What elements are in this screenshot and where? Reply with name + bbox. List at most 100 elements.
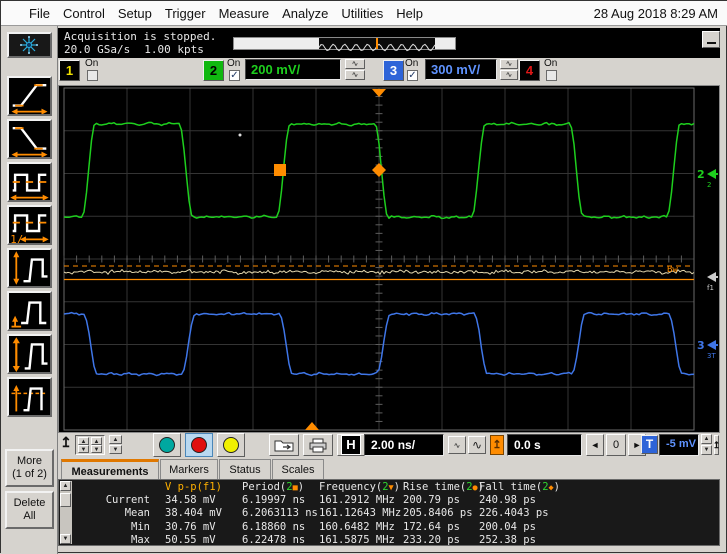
minimize-button[interactable] (702, 31, 720, 48)
delete-all-button[interactable]: Delete All (5, 491, 54, 529)
period-icon (10, 173, 49, 201)
spin-up-icon[interactable]: ▲ (78, 437, 89, 445)
measurement-row-current: Current 34.58 mV 6.19997 ns 161.2912 MHz… (105, 494, 536, 507)
measurement-row-max: Max 50.55 mV 6.22478 ns 161.5875 MHz 233… (131, 533, 536, 546)
trigger-slope-button[interactable]: ↥ (713, 435, 720, 455)
measurements-table: V p-p(f1) Period(2■) Frequency(2▼) Rise … (77, 481, 629, 547)
printer-icon (309, 438, 327, 452)
scroll-down-icon[interactable]: ▼ (60, 534, 71, 544)
delete-label-2: All (23, 510, 36, 522)
spin-up2-icon[interactable]: ▲ (91, 437, 102, 445)
waveform-display[interactable]: Bw 2 2 f1 3 3T (58, 85, 720, 433)
menu-setup[interactable]: Setup (118, 6, 152, 21)
tab-measurements[interactable]: Measurements (61, 459, 159, 479)
measure-vavg-button[interactable] (7, 377, 52, 417)
tab-status[interactable]: Status (219, 459, 271, 479)
menu-help[interactable]: Help (396, 6, 423, 21)
single-icon (223, 437, 239, 453)
hscale-zoom-out-button[interactable]: ∿ (448, 436, 466, 454)
channel-2-scale-field[interactable]: 200 mV/ (245, 59, 341, 80)
v-base-icon (11, 301, 47, 328)
trigger-slope-icon: ↥ (60, 434, 72, 450)
trigger-down-icon[interactable]: ▼ (701, 445, 712, 455)
hscale-zoom-in-button[interactable]: ∿ (468, 436, 486, 454)
sidebar: 1/ More (1 of 2) Delete All (1, 26, 58, 554)
tab-scales[interactable]: Scales (272, 459, 324, 479)
measure-fall-time-button[interactable] (7, 119, 52, 159)
rise-time-icon (11, 84, 48, 115)
channel-4-on-checkbox[interactable] (546, 70, 557, 81)
channel-1-button[interactable]: 1 (59, 60, 80, 81)
position-left-button[interactable]: ◄ (586, 434, 604, 456)
position-zero-button[interactable]: 0 (606, 434, 626, 456)
memory-bar[interactable] (233, 37, 456, 52)
measurements-scrollbar[interactable]: ▲ ▼ (60, 481, 72, 544)
channel-4-on-label: On (544, 58, 558, 69)
vertical-offset-spinner[interactable]: ▲ ▼ ▲ ▼ (75, 435, 105, 455)
scrollbar-thumb[interactable] (60, 493, 71, 507)
horizontal-label: H (341, 435, 361, 455)
channel-2-on-checkbox[interactable]: ✓ (229, 70, 240, 81)
measure-period-button[interactable] (7, 162, 52, 202)
svg-text:Bw: Bw (667, 265, 678, 275)
stop-icon (191, 437, 207, 453)
measurement-row-min: Min 30.76 mV 6.18860 ns 160.6482 MHz 172… (131, 520, 536, 533)
menu-trigger[interactable]: Trigger (165, 6, 206, 21)
svg-text:1/: 1/ (10, 233, 23, 243)
stop-button[interactable] (185, 433, 213, 457)
spin-down-icon[interactable]: ▼ (78, 445, 89, 453)
trigger-label: T (641, 435, 658, 454)
channel-3-button[interactable]: 3 (383, 60, 404, 81)
channel-3-on-checkbox[interactable]: ✓ (407, 70, 418, 81)
measure-vpp-button[interactable] (7, 248, 52, 288)
scroll-up-icon[interactable]: ▲ (60, 481, 71, 491)
tab-markers[interactable]: Markers (160, 459, 218, 479)
channel-2-button[interactable]: 2 (203, 60, 224, 81)
horizontal-scale-field[interactable]: 2.00 ns/ (364, 434, 444, 456)
acquisition-status: Acquisition is stopped. (64, 30, 217, 43)
fine-down-icon[interactable]: ▼ (109, 445, 122, 454)
single-button[interactable] (217, 433, 245, 457)
print-button[interactable] (303, 434, 333, 456)
trigger-position-icon: ↥ (490, 435, 504, 455)
measurement-row-mean: Mean 38.404 mV 6.2063113 ns 161.12643 MH… (124, 507, 549, 520)
v-top-icon (12, 337, 48, 372)
svg-text:2: 2 (697, 168, 705, 181)
fine-up-icon[interactable]: ▲ (109, 435, 122, 444)
channel-2-scale-down-button[interactable]: ∿ (345, 70, 365, 80)
waveform-canvas: Bw 22 f1 33T (63, 87, 718, 431)
frequency-icon: 1/ (10, 214, 49, 246)
channel-4-button[interactable]: 4 (519, 60, 540, 81)
spin-down2-icon[interactable]: ▼ (91, 445, 102, 453)
horizontal-position-field[interactable]: 0.0 s (507, 434, 582, 456)
measure-frequency-button[interactable]: 1/ (7, 205, 52, 246)
channel-1-on-checkbox[interactable] (87, 70, 98, 81)
more-measurements-button[interactable]: More (1 of 2) (5, 449, 54, 487)
channel-3-scale-up-button[interactable]: ∿ (500, 59, 518, 69)
menu-measure[interactable]: Measure (219, 6, 270, 21)
measure-rise-time-button[interactable] (7, 76, 52, 116)
measure-vtop-button[interactable] (7, 334, 52, 374)
channel-2-scale-up-button[interactable]: ∿ (345, 59, 365, 69)
recall-button[interactable] (269, 434, 299, 456)
channel-3-scale-field[interactable]: 300 mV/ (425, 59, 497, 80)
more-page-label: (1 of 2) (12, 468, 47, 480)
fine-spinner[interactable]: ▲ ▼ (109, 435, 123, 455)
delete-label-1: Delete (13, 497, 46, 509)
channel-3-scale-down-button[interactable]: ∿ (500, 70, 518, 80)
menu-file[interactable]: File (29, 6, 50, 21)
measure-vbase-button[interactable] (7, 291, 52, 331)
trigger-level-field[interactable]: -5 mV (659, 434, 699, 456)
status-bar: Acquisition is stopped. 20.0 GSa/s 1.00 k… (58, 28, 720, 58)
oscilloscope-window: { "menu": {"items": ["File","Control","S… (0, 0, 727, 554)
run-button[interactable] (153, 433, 181, 457)
menu-control[interactable]: Control (63, 6, 105, 21)
channel-1-on-label: On (85, 58, 99, 69)
measurements-header-row: V p-p(f1) Period(2■) Frequency(2▼) Rise … (165, 481, 560, 493)
menu-analyze[interactable]: Analyze (282, 6, 328, 21)
trigger-up-icon[interactable]: ▲ (701, 434, 712, 444)
minimize-icon (707, 42, 716, 44)
menu-utilities[interactable]: Utilities (341, 6, 383, 21)
trigger-level-spinner[interactable]: ▲ ▼ (701, 434, 712, 456)
memory-bar-window[interactable] (318, 38, 436, 52)
